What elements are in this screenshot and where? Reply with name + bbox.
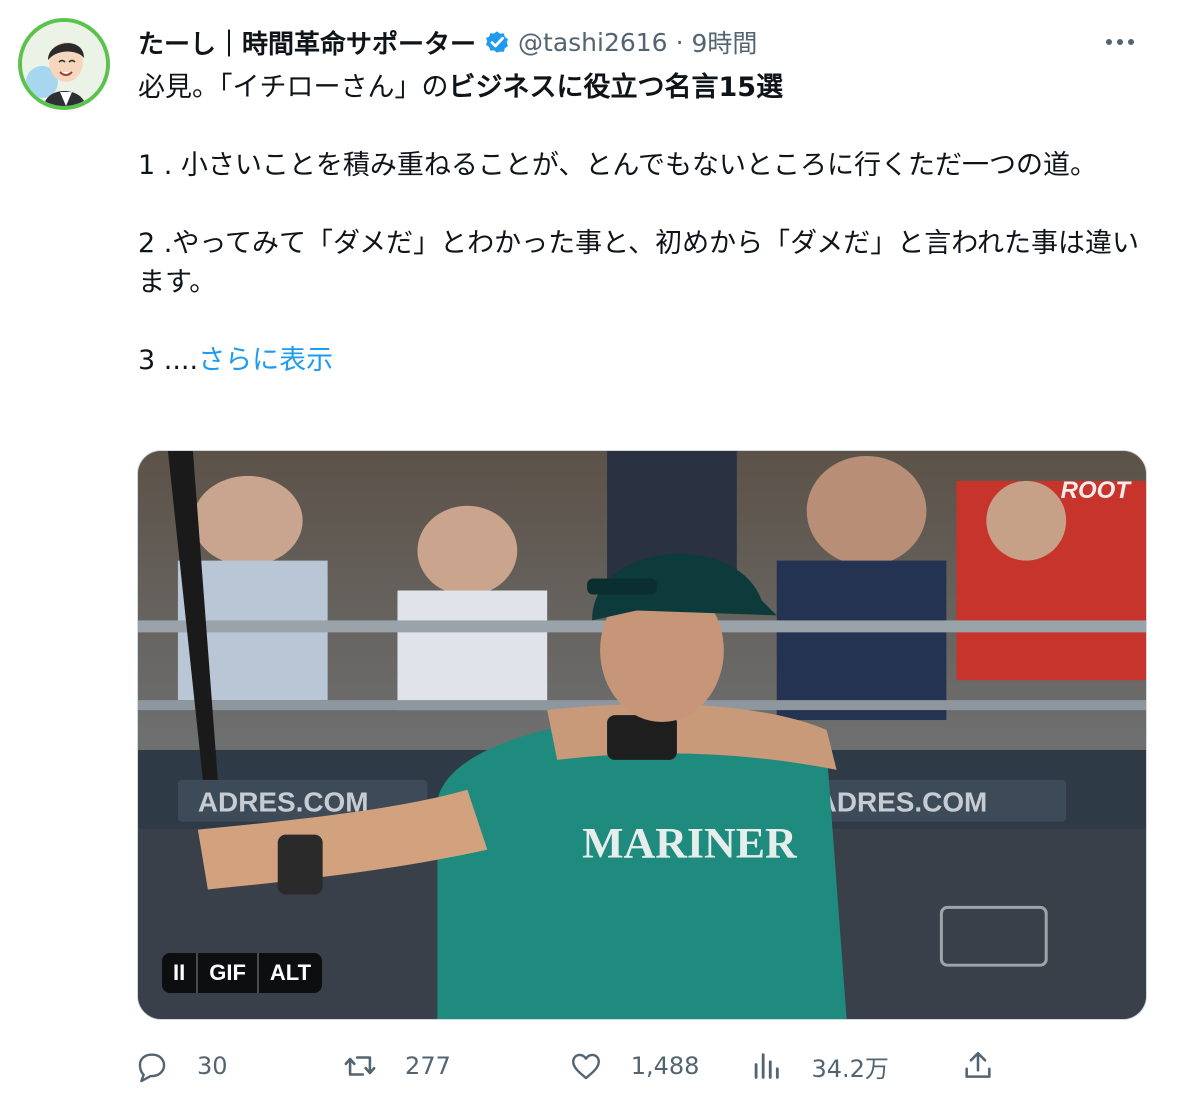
gif-controls: II GIF ALT	[162, 953, 323, 993]
tweet-line-2: 2 .やってみて「ダメだ」とわかった事と、初めから「ダメだ」と言われた事は違いま…	[138, 228, 1139, 298]
like-icon	[571, 1053, 600, 1080]
avatar-illustration	[22, 22, 106, 106]
share-icon	[965, 1051, 991, 1078]
show-more-link[interactable]: さらに表示	[198, 345, 333, 376]
tweet-line-3: 3 ....	[138, 345, 199, 376]
reply-button[interactable]: 30	[135, 1049, 343, 1083]
views-button[interactable]: 34.2万	[749, 1049, 961, 1084]
root-watermark: ROOT	[1060, 477, 1130, 504]
alt-badge[interactable]: ALT	[256, 953, 322, 993]
user-handle[interactable]: @tashi2616	[518, 28, 668, 57]
tweet-intro: 必見。「イチローさん」の	[138, 72, 449, 103]
separator-dot: ·	[675, 27, 684, 57]
verified-badge-icon	[486, 31, 509, 53]
tweet-time[interactable]: 9時間	[692, 24, 758, 60]
tweet-line-1: 1 . 小さいことを積み重ねることが、とんでもないところに行くただ一つの道。	[138, 150, 1098, 181]
views-icon	[755, 1053, 780, 1079]
banner-right-text: ADRES.COM	[817, 787, 988, 818]
gif-badge: GIF	[196, 953, 257, 993]
pause-button[interactable]: II	[162, 953, 196, 993]
views-count: 34.2万	[811, 1054, 889, 1083]
like-button[interactable]: 1,488	[569, 1049, 750, 1083]
retweet-icon	[344, 1056, 376, 1076]
reply-count: 30	[197, 1052, 228, 1080]
gif-media[interactable]: ADRES.COM ADRES.COM MARINER ROOT II GIF …	[137, 450, 1147, 1020]
banner-left-text: ADRES.COM	[198, 787, 369, 818]
avatar[interactable]	[18, 18, 110, 110]
jersey-text: MARINER	[582, 820, 798, 868]
more-icon[interactable]	[1100, 24, 1140, 60]
reply-icon	[138, 1053, 166, 1083]
tweet-text: 必見。「イチローさん」のビジネスに役立つ名言15選 1 . 小さいことを積み重ね…	[138, 68, 1148, 380]
display-name[interactable]: たーし｜時間革命サポーター	[138, 24, 476, 61]
retweet-button[interactable]: 277	[343, 1049, 569, 1083]
share-button[interactable]	[961, 1049, 995, 1083]
gif-frame: ADRES.COM ADRES.COM MARINER	[138, 451, 1146, 1019]
tweet-intro-bold: ビジネスに役立つ名言15選	[448, 72, 784, 103]
retweet-count: 277	[405, 1052, 451, 1080]
tweet-actions: 30 277 1,488 34.2万	[135, 1044, 995, 1088]
like-count: 1,488	[630, 1052, 700, 1080]
tweet-header: たーし｜時間革命サポーター @tashi2616 · 9時間	[138, 24, 1140, 60]
